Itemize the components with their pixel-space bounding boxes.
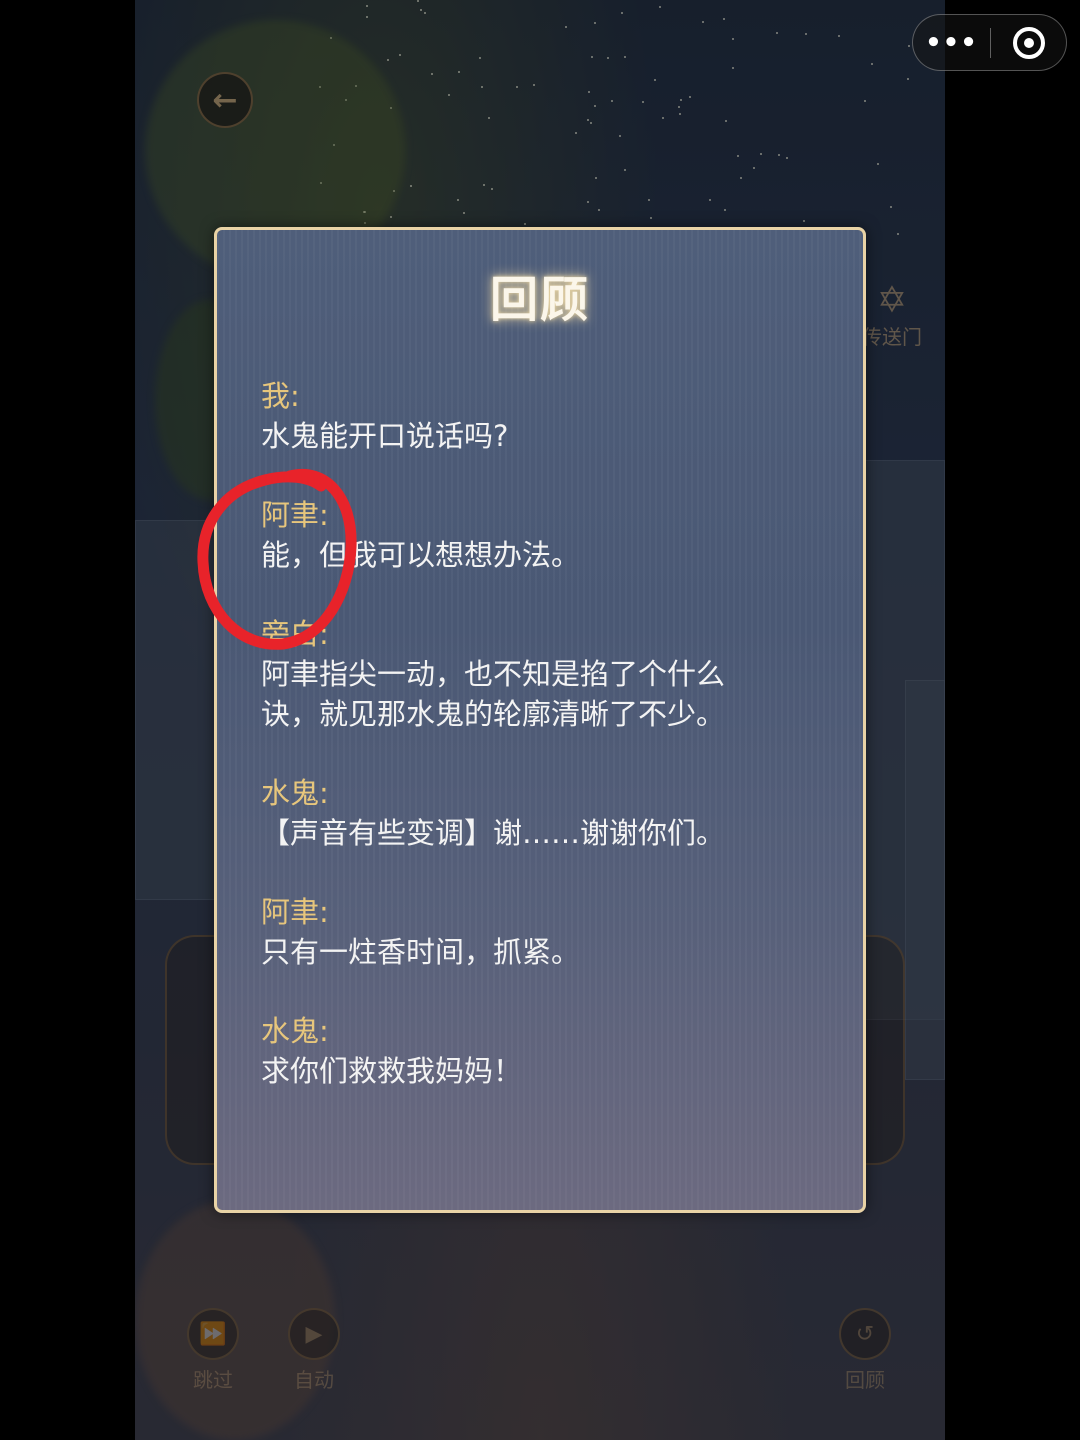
dialogue-text: 水鬼能开口说话吗? xyxy=(261,419,509,453)
mini-program-capsule: ••• xyxy=(912,14,1067,71)
review-panel: 回顾 我: 水鬼能开口说话吗? 阿聿: 能，但我可以想想办法。 旁白: 阿聿指尖… xyxy=(214,227,866,1213)
dialogue-entry: 旁白: 阿聿指尖一动，也不知是掐了个什么 诀，就见那水鬼的轮廓清晰了不少。 xyxy=(261,614,821,734)
dialogue-text: 诀，就见那水鬼的轮廓清晰了不少。 xyxy=(261,697,726,731)
dialogue-entry: 阿聿: 只有一炷香时间，抓紧。 xyxy=(261,892,821,972)
dialogue-text: 能，但我可以想想办法。 xyxy=(261,538,581,572)
speaker-name: 阿聿: xyxy=(261,498,329,532)
dialogue-log[interactable]: 我: 水鬼能开口说话吗? 阿聿: 能，但我可以想想办法。 旁白: 阿聿指尖一动，… xyxy=(261,376,821,1130)
close-button[interactable] xyxy=(991,26,1066,59)
speaker-name: 水鬼: xyxy=(261,776,329,810)
speaker-name: 旁白: xyxy=(261,617,329,651)
speaker-name: 阿聿: xyxy=(261,895,329,929)
dialogue-entry: 水鬼: 【声音有些变调】谢……谢谢你们。 xyxy=(261,773,821,853)
dialogue-text: 阿聿指尖一动，也不知是掐了个什么 xyxy=(261,657,726,691)
panel-title: 回顾 xyxy=(489,272,590,328)
more-button[interactable]: ••• xyxy=(913,28,990,58)
target-close-icon xyxy=(1012,26,1045,59)
dialogue-text: 求你们救救我妈妈！ xyxy=(261,1054,523,1088)
dialogue-entry: 阿聿: 能，但我可以想想办法。 xyxy=(261,495,821,575)
speaker-name: 水鬼: xyxy=(261,1014,329,1048)
dialogue-text: 只有一炷香时间，抓紧。 xyxy=(261,935,581,969)
dialogue-entry: 水鬼: 求你们救救我妈妈！ xyxy=(261,1011,821,1091)
dialogue-text: 【声音有些变调】谢……谢谢你们。 xyxy=(261,816,726,850)
speaker-name: 我: xyxy=(261,379,300,413)
dialogue-entry: 我: 水鬼能开口说话吗? xyxy=(261,376,821,456)
more-dots-icon: ••• xyxy=(925,27,978,58)
